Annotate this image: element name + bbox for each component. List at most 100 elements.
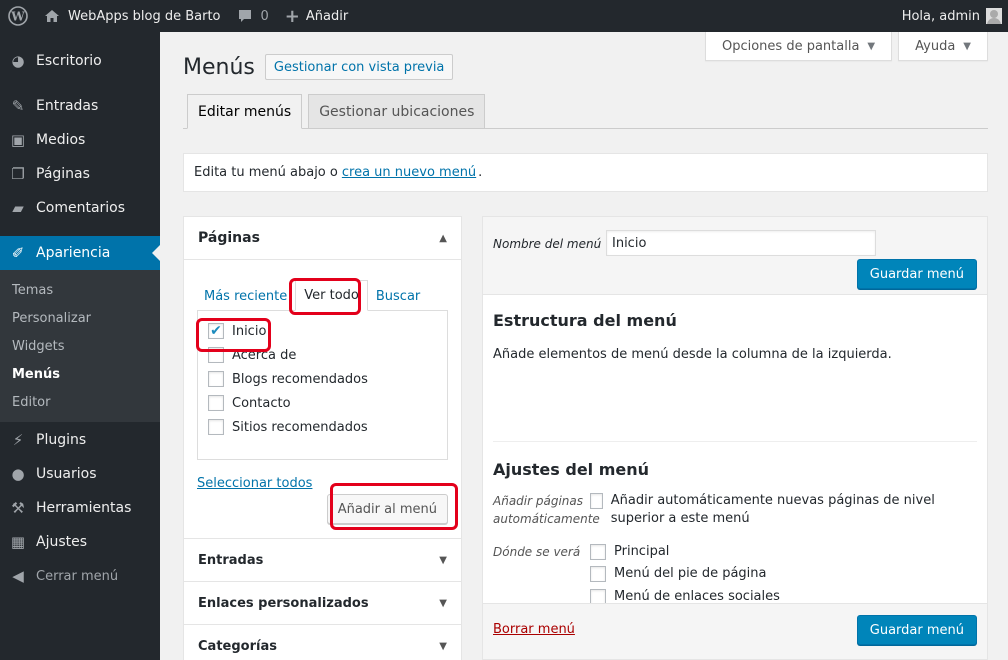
plugin-icon: ⚡ xyxy=(12,431,24,449)
page-item-label: Blogs recomendados xyxy=(232,371,368,387)
page-checkbox-inicio[interactable]: ✔ xyxy=(208,323,224,339)
notice-suffix: . xyxy=(478,165,483,180)
posts-box-header[interactable]: Entradas ▼ xyxy=(184,539,461,582)
sidebar-item-paginas[interactable]: ❐ Páginas xyxy=(0,157,160,191)
my-account-link[interactable]: Hola, admin xyxy=(894,0,1008,32)
box-title: Enlaces personalizados xyxy=(198,595,369,611)
submenu-item-widgets[interactable]: Widgets xyxy=(0,332,160,360)
tab-search[interactable]: Buscar xyxy=(368,282,428,310)
auto-add-checkbox[interactable] xyxy=(590,493,603,509)
avatar xyxy=(986,8,1002,24)
site-name-link[interactable]: WebApps blog de Barto xyxy=(36,0,229,32)
page-item-label: Contacto xyxy=(232,395,291,411)
screen-options-button[interactable]: Opciones de pantalla ▼ xyxy=(704,32,893,61)
sidebar-item-label: Herramientas xyxy=(36,500,132,516)
location-principal[interactable]: Principal xyxy=(590,543,669,561)
save-menu-button[interactable]: Guardar menú xyxy=(856,259,977,289)
location-label: Principal xyxy=(614,544,670,559)
page-item-contacto[interactable]: Contacto xyxy=(208,391,437,415)
save-menu-button-footer[interactable]: Guardar menú xyxy=(856,615,977,645)
sidebar-item-apariencia[interactable]: ✐ Apariencia xyxy=(0,236,160,270)
sidebar-item-medios[interactable]: ▣ Medios xyxy=(0,123,160,157)
location-footer[interactable]: Menú del pie de página xyxy=(590,565,766,583)
tab-manage-locations[interactable]: Gestionar ubicaciones xyxy=(308,94,486,129)
menu-editor-header: Nombre del menú Inicio Guardar menú xyxy=(483,217,987,295)
delete-menu-link[interactable]: Borrar menú xyxy=(493,622,575,637)
box-title: Entradas xyxy=(198,552,264,568)
menu-structure-text: Añade elementos de menú desde la columna… xyxy=(493,347,892,362)
sidebar-item-escritorio[interactable]: ◕ Escritorio xyxy=(0,44,160,78)
display-location-label: Dónde se verá xyxy=(493,545,581,559)
sidebar-item-label: Escritorio xyxy=(36,53,102,69)
location-checkbox-principal[interactable] xyxy=(590,544,606,560)
caret-down-icon: ▼ xyxy=(867,40,876,52)
notice-text: Edita tu menú abajo o xyxy=(194,165,338,180)
page-item-sitios[interactable]: Sitios recomendados xyxy=(208,415,437,439)
auto-add-text: Añadir automáticamente nuevas páginas de… xyxy=(610,493,935,526)
home-icon xyxy=(45,10,59,22)
auto-add-option[interactable]: Añadir automáticamente nuevas páginas de… xyxy=(590,492,970,528)
page-item-blogs[interactable]: Blogs recomendados xyxy=(208,367,437,391)
sidebar-item-label: Medios xyxy=(36,132,86,148)
page-checkbox-blogs[interactable] xyxy=(208,371,224,387)
sidebar-item-comentarios[interactable]: ▰ Comentarios xyxy=(0,191,160,225)
sidebar-item-label: Plugins xyxy=(36,432,87,448)
location-checkbox-footer[interactable] xyxy=(590,566,606,582)
submenu-item-editor[interactable]: Editor xyxy=(0,388,160,416)
manage-with-preview-button[interactable]: Gestionar con vista previa xyxy=(264,54,454,80)
location-label: Menú del pie de página xyxy=(614,566,767,581)
tab-view-all[interactable]: Ver todo xyxy=(295,280,368,311)
greeting: Hola, admin xyxy=(901,8,980,24)
manage-menus-notice: Edita tu menú abajo o crea un nuevo menú… xyxy=(183,153,988,192)
pages-checklist: ✔ Inicio Acerca de Blogs recomendados Co… xyxy=(197,310,448,460)
page-checkbox-acerca[interactable] xyxy=(208,347,224,363)
collapse-menu-button[interactable]: ◀ Cerrar menú xyxy=(0,559,160,593)
help-button[interactable]: Ayuda ▼ xyxy=(898,32,988,61)
select-all-link[interactable]: Seleccionar todos xyxy=(197,476,312,491)
comments-count: 0 xyxy=(260,8,269,24)
submenu-item-personalizar[interactable]: Personalizar xyxy=(0,304,160,332)
sidebar-item-usuarios[interactable]: ● Usuarios xyxy=(0,457,160,491)
page-checkbox-contacto[interactable] xyxy=(208,395,224,411)
help-label: Ayuda xyxy=(915,38,956,54)
pages-box-header[interactable]: Páginas ▲ xyxy=(184,217,461,260)
media-icon: ▣ xyxy=(10,131,26,149)
page-title: Menús xyxy=(183,54,255,80)
comments-link[interactable]: 0 xyxy=(229,0,277,32)
page-item-label: Acerca de xyxy=(232,347,297,363)
sidebar-item-herramientas[interactable]: ⚒ Herramientas xyxy=(0,491,160,525)
submenu-item-menus[interactable]: Menús xyxy=(0,360,160,388)
custom-links-box-header[interactable]: Enlaces personalizados ▼ xyxy=(184,582,461,625)
create-new-menu-link[interactable]: crea un nuevo menú xyxy=(342,165,476,180)
sidebar-item-ajustes[interactable]: ▦ Ajustes xyxy=(0,525,160,559)
brush-icon: ✐ xyxy=(11,244,25,262)
add-to-menu-button[interactable]: Añadir al menú xyxy=(326,494,448,524)
comment-icon: ▰ xyxy=(12,199,24,217)
main-content: Opciones de pantalla ▼ Ayuda ▼ Menús Ges… xyxy=(160,32,1008,660)
submenu-item-temas[interactable]: Temas xyxy=(0,276,160,304)
sidebar-item-entradas[interactable]: ✎ Entradas xyxy=(0,89,160,123)
tab-most-recent[interactable]: Más reciente xyxy=(196,282,295,310)
pages-tabs: Más reciente Ver todo Buscar xyxy=(196,270,448,311)
new-content-link[interactable]: + Añadir xyxy=(277,0,356,32)
categories-box-header[interactable]: Categorías ▼ xyxy=(184,625,461,660)
tab-edit-menus[interactable]: Editar menús xyxy=(187,94,303,129)
users-icon: ● xyxy=(11,465,25,483)
comment-icon xyxy=(238,10,251,22)
collapse-icon: ◀ xyxy=(12,567,24,585)
pages-icon: ❐ xyxy=(11,165,25,183)
admin-bar: W WebApps blog de Barto 0 + Añadir Hola,… xyxy=(0,0,1008,32)
wordpress-logo-icon[interactable]: W xyxy=(0,0,36,32)
page-item-inicio[interactable]: ✔ Inicio xyxy=(208,319,437,343)
sidebar-item-label: Ajustes xyxy=(36,534,88,550)
sidebar-item-plugins[interactable]: ⚡ Plugins xyxy=(0,423,160,457)
menu-settings-title: Ajustes del menú xyxy=(493,460,650,479)
sidebar-item-label: Comentarios xyxy=(36,200,126,216)
pages-box-body: Más reciente Ver todo Buscar ✔ Inicio Ac… xyxy=(184,260,461,539)
page-item-acerca[interactable]: Acerca de xyxy=(208,343,437,367)
section-divider xyxy=(493,441,977,442)
auto-add-label: Añadir páginas automáticamente xyxy=(493,494,600,526)
admin-sidebar: ◕ Escritorio ✎ Entradas ▣ Medios ❐ Págin… xyxy=(0,32,160,660)
menu-name-input[interactable]: Inicio xyxy=(606,230,876,256)
page-checkbox-sitios[interactable] xyxy=(208,419,224,435)
